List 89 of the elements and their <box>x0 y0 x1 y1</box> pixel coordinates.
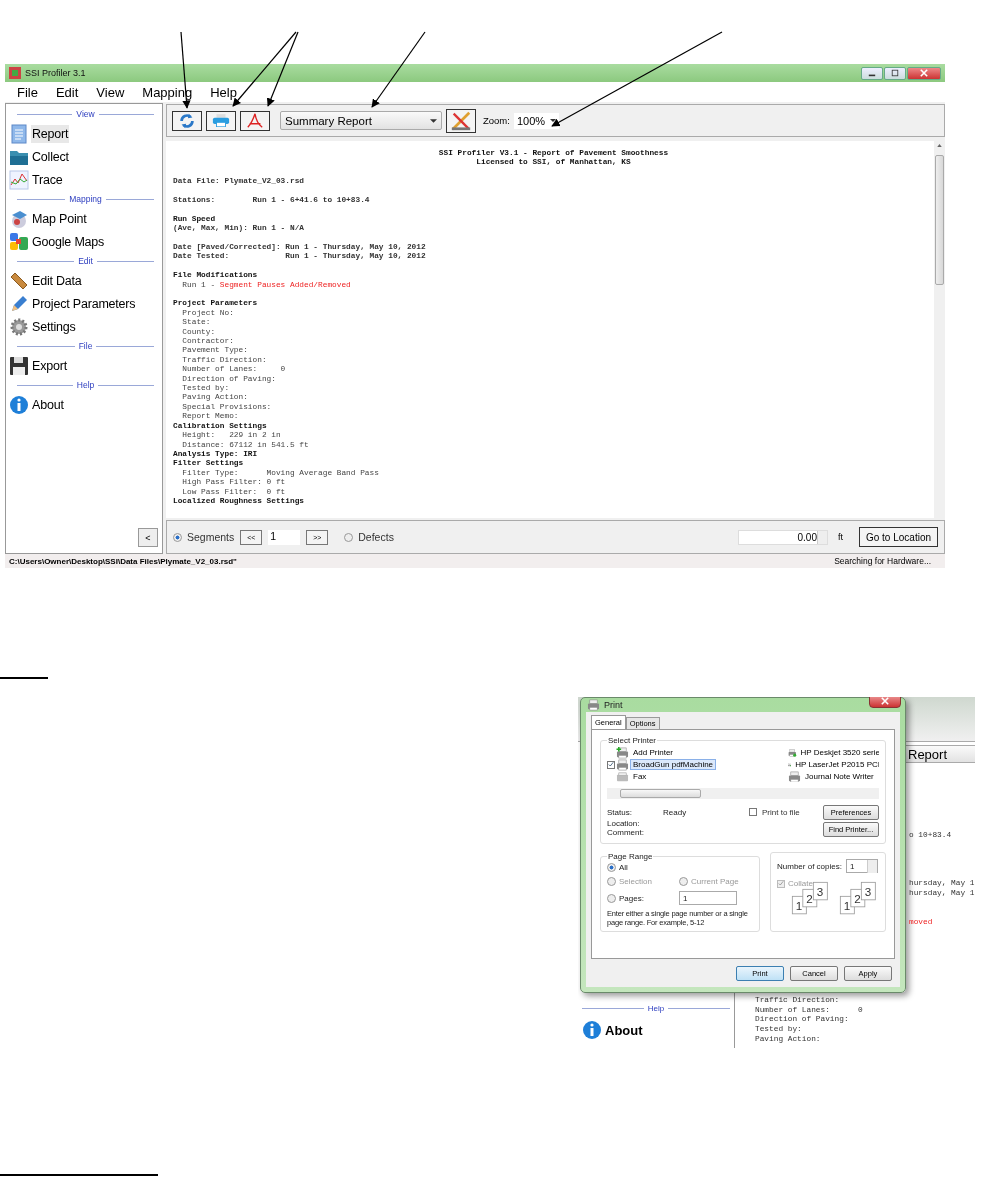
maximize-button[interactable] <box>884 66 906 80</box>
go-to-location-button[interactable]: Go to Location <box>859 527 938 547</box>
fax-icon <box>616 770 629 782</box>
add-printer-icon <box>616 747 629 759</box>
field-label: Comment: <box>607 827 645 837</box>
status-value: Ready <box>663 807 688 817</box>
printer-item[interactable]: HP LaserJet P2015 PCI <box>792 759 879 770</box>
globe-icon <box>9 208 29 229</box>
sidebar-item[interactable]: About <box>605 1022 643 1038</box>
zoom-label: Zoom: <box>483 115 510 126</box>
copies-field[interactable]: 1 <box>845 859 878 873</box>
pdf-icon <box>246 111 264 130</box>
sidebar-item[interactable]: Google Maps <box>31 232 106 251</box>
status-text: Searching for Hardware... <box>834 556 931 566</box>
pages-field[interactable]: 1 <box>679 891 737 905</box>
unit-label: ft <box>838 532 843 542</box>
sidebar-item[interactable]: Settings <box>31 317 77 336</box>
field-label: Number of copies: <box>777 861 842 871</box>
info-icon <box>9 394 29 415</box>
maximize-icon <box>891 69 899 77</box>
blocks-icon <box>9 231 29 252</box>
toolbar-button[interactable] <box>240 110 270 131</box>
section-label: View <box>76 109 95 119</box>
section-label: Mapping <box>69 194 102 204</box>
close-icon <box>920 69 928 77</box>
ruler-icon <box>9 270 29 291</box>
printer-item[interactable]: Journal Note Writer <box>802 771 877 782</box>
caret-icon <box>549 119 556 122</box>
menu-item[interactable]: Edit <box>49 84 85 100</box>
sidebar-item[interactable]: Export <box>31 356 68 375</box>
field-label: Status: <box>607 807 633 817</box>
horizontal-scrollbar[interactable] <box>607 788 879 799</box>
report-dropdown[interactable]: Summary Report <box>280 111 442 130</box>
pencil-icon <box>9 293 29 314</box>
field-label: Location: <box>607 819 641 828</box>
printer-icon <box>616 758 629 771</box>
check-icon <box>778 880 784 887</box>
menu-item[interactable]: View <box>90 84 131 100</box>
close-button[interactable] <box>869 697 901 708</box>
print-icon <box>212 114 230 127</box>
report-dropdown[interactable]: Report <box>904 745 975 763</box>
zoom-field[interactable]: 100% <box>513 112 559 129</box>
printer-item[interactable]: HP Deskjet 3520 serie <box>797 747 879 758</box>
printer-item[interactable]: BroadGun pdfMachine <box>630 759 717 770</box>
close-icon <box>881 697 889 705</box>
section-label: Edit <box>78 256 93 266</box>
segment-field[interactable]: 1 <box>268 529 301 545</box>
sidebar-item[interactable]: Report <box>31 124 70 143</box>
gear-icon <box>9 316 29 337</box>
menu-item[interactable]: Help <box>204 84 243 100</box>
sidebar-item[interactable]: Edit Data <box>31 271 83 290</box>
radio-button[interactable]: Pages: <box>607 893 679 903</box>
toolbar-button[interactable] <box>446 108 476 133</box>
sidebar-item[interactable]: Map Point <box>31 209 88 228</box>
section-label: File <box>78 341 93 351</box>
sidebar-item[interactable]: Collect <box>31 147 70 166</box>
dialog-title: Print <box>604 700 623 710</box>
ruler-pencil-icon <box>450 109 472 132</box>
document-icon <box>9 123 29 144</box>
toolbar-button[interactable] <box>172 110 202 131</box>
close-button[interactable] <box>907 66 941 80</box>
vertical-scrollbar[interactable] <box>934 141 945 518</box>
group-title: Select Printer <box>607 736 658 745</box>
sidebar-item[interactable]: Project Parameters <box>31 294 137 313</box>
menu-item[interactable]: File <box>11 84 44 100</box>
scroll-up-icon <box>937 144 942 147</box>
window-title: SSI Profiler 3.1 <box>25 68 86 78</box>
chart-icon <box>9 169 29 190</box>
file-path: C:\Users\Owner\Desktop\SSI\Data Files\Plymate_V2_03.rsd" <box>9 556 237 566</box>
sidebar-item[interactable]: About <box>31 395 65 414</box>
radio-button[interactable]: Segments <box>173 531 235 543</box>
printer-item[interactable]: Fax <box>630 771 650 782</box>
info-icon <box>582 1020 602 1040</box>
printer-item[interactable]: Add Printer <box>630 747 677 758</box>
printer-icon <box>788 770 801 782</box>
caret-icon <box>430 118 437 123</box>
radio-button[interactable]: All <box>607 863 679 872</box>
group-title: Page Range <box>607 852 654 861</box>
refresh-icon <box>178 111 196 130</box>
print-to-file-checkbox[interactable]: Print to file <box>749 807 817 817</box>
collapse-button[interactable]: < <box>138 528 158 547</box>
location-field[interactable]: 0.00 <box>738 529 828 545</box>
page-stack-drawing: 1 2 3 <box>839 880 879 915</box>
toolbar-button[interactable] <box>206 110 236 131</box>
section-label: Help <box>647 1003 665 1013</box>
section-label: Help <box>76 380 95 390</box>
radio-button[interactable]: Defects <box>344 531 394 543</box>
app-icon <box>9 67 21 79</box>
sidebar-item[interactable]: Trace <box>31 170 64 189</box>
